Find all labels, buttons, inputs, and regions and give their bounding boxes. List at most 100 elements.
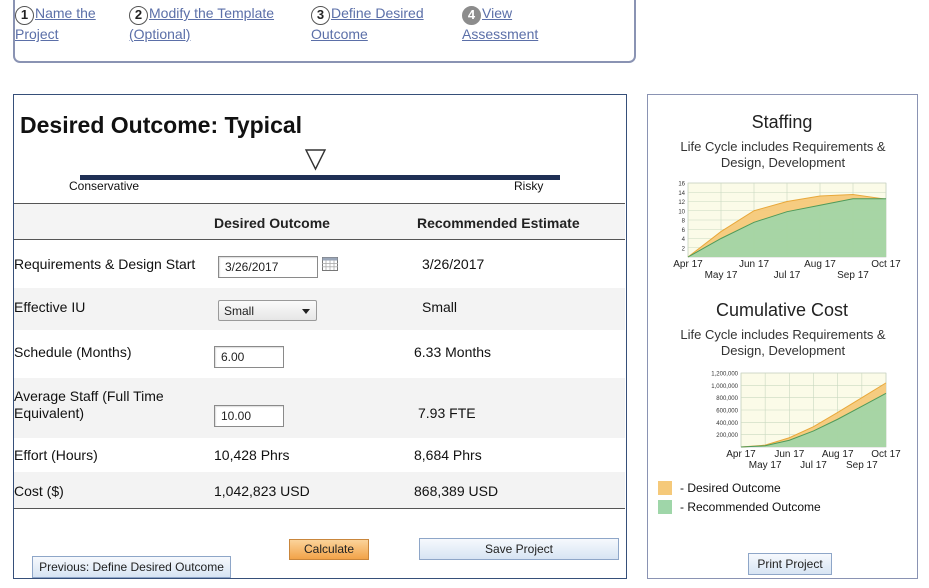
x-tick-label: Jun 17 bbox=[774, 449, 804, 460]
x-tick-label: May 17 bbox=[705, 270, 738, 281]
step-number-badge-active: 4 bbox=[462, 6, 481, 25]
wizard-step-1[interactable]: 1 Name the Project bbox=[15, 4, 96, 43]
staffing-subtitle-line2: Design, Development bbox=[720, 155, 846, 170]
table-row: Effort (Hours) 10,428 Phrs 8,684 Phrs bbox=[14, 438, 625, 472]
row-label-line1: Average Staff (Full Time bbox=[14, 388, 164, 404]
staffing-chart-title: Staffing bbox=[751, 112, 813, 132]
step-link-modify-template-line2[interactable]: (Optional) bbox=[129, 26, 190, 42]
x-tick-label: Sep 17 bbox=[846, 460, 878, 471]
wizard-step-4[interactable]: 4 View Assessment bbox=[462, 4, 538, 43]
x-tick-label: Aug 17 bbox=[804, 259, 836, 270]
row-label: Effort (Hours) bbox=[14, 447, 98, 463]
y-tick-label: 4 bbox=[682, 237, 686, 243]
recommended-schedule-value: 6.33 Months bbox=[414, 344, 492, 360]
x-tick-label: Sep 17 bbox=[837, 270, 869, 281]
x-tick-label: Jul 17 bbox=[800, 460, 827, 471]
y-tick-label: 8 bbox=[682, 219, 686, 225]
desired-cost-value: 1,042,823 USD bbox=[214, 483, 310, 499]
print-project-button[interactable]: Print Project bbox=[748, 553, 832, 575]
row-label: Schedule (Months) bbox=[14, 344, 132, 360]
recommended-iu-value: Small bbox=[422, 299, 458, 315]
recommended-effort-value: 8,684 Phrs bbox=[414, 447, 482, 463]
wizard-step-3[interactable]: 3 Define Desired Outcome bbox=[311, 4, 424, 43]
chevron-down-icon bbox=[302, 309, 310, 314]
step-link-define-outcome[interactable]: Define Desired bbox=[331, 5, 424, 21]
risk-slider-track[interactable] bbox=[80, 175, 560, 180]
recommended-start-value: 3/26/2017 bbox=[422, 256, 485, 272]
effective-iu-select[interactable]: Small bbox=[218, 300, 317, 321]
recommended-cost-value: 868,389 USD bbox=[414, 483, 499, 499]
step-link-name-project[interactable]: Name the bbox=[35, 5, 96, 21]
wizard-steps: 1 Name the Project 2 Modify the Template (… bbox=[13, 0, 636, 63]
step-number-badge: 1 bbox=[15, 6, 34, 25]
legend-swatch-desired bbox=[658, 481, 672, 495]
page-title: Desired Outcome: Typical bbox=[20, 112, 303, 138]
column-header-recommended: Recommended Estimate bbox=[417, 215, 580, 231]
legend-label-desired: - Desired Outcome bbox=[680, 481, 781, 495]
x-tick-label: Oct 17 bbox=[871, 259, 901, 270]
cost-chart-title: Cumulative Cost bbox=[715, 300, 849, 320]
y-tick-label: 200,000 bbox=[716, 433, 738, 439]
staffing-chart-subtitle: Life Cycle includes Requirements & Desig… bbox=[668, 139, 898, 171]
save-project-button[interactable]: Save Project bbox=[419, 538, 619, 560]
step-link-name-project-line2[interactable]: Project bbox=[15, 26, 59, 42]
table-header: Desired Outcome Recommended Estimate bbox=[14, 203, 625, 240]
step-number-badge: 3 bbox=[311, 6, 330, 25]
table-row: Cost ($) 1,042,823 USD 868,389 USD bbox=[14, 472, 625, 509]
y-tick-label: 600,000 bbox=[716, 409, 738, 415]
legend-swatch-recommended bbox=[658, 500, 672, 514]
slider-label-risky: Risky bbox=[514, 179, 544, 193]
schedule-months-input[interactable]: 6.00 bbox=[214, 346, 284, 368]
calculate-button[interactable]: Calculate bbox=[289, 539, 369, 560]
calendar-icon[interactable] bbox=[322, 257, 338, 271]
row-label: Cost ($) bbox=[14, 483, 64, 499]
y-tick-label: 1,200,000 bbox=[711, 372, 738, 378]
staffing-chart: 2 4 6 8 10 12 14 16 Apr 17May 17Jun 17 Jul 17Aug … bbox=[673, 182, 901, 282]
y-tick-label: 10 bbox=[678, 209, 685, 215]
table-row: Schedule (Months) 6.00 6.33 Months bbox=[14, 330, 625, 378]
x-tick-label: Apr 17 bbox=[673, 259, 703, 270]
slider-label-conservative: Conservative bbox=[69, 179, 140, 193]
y-tick-label: 1,000,000 bbox=[711, 384, 738, 390]
legend-label-recommended: - Recommended Outcome bbox=[680, 500, 821, 514]
step-number-badge: 2 bbox=[129, 6, 148, 25]
y-tick-label: 800,000 bbox=[716, 396, 738, 402]
row-label-line2: Equivalent) bbox=[14, 405, 85, 421]
desired-outcome-panel: Desired Outcome: Typical Conservative Ri… bbox=[13, 94, 627, 579]
x-tick-label: Jun 17 bbox=[739, 259, 769, 270]
cost-chart: 200,000 400,000 600,000 800,000 1,000,000 1,2… bbox=[711, 372, 901, 472]
x-tick-label: May 17 bbox=[749, 460, 782, 471]
step-link-view-assessment-line2[interactable]: Assessment bbox=[462, 26, 538, 42]
y-tick-label: 12 bbox=[678, 200, 685, 206]
x-tick-label: Jul 17 bbox=[774, 270, 801, 281]
row-label: Requirements & Design Start bbox=[14, 256, 196, 272]
step-link-view-assessment[interactable]: View bbox=[482, 5, 512, 21]
average-staff-input[interactable]: 10.00 bbox=[214, 405, 284, 427]
y-tick-label: 400,000 bbox=[716, 421, 738, 427]
step-link-modify-template[interactable]: Modify the Template bbox=[149, 5, 274, 21]
effective-iu-select-value: Small bbox=[224, 304, 255, 318]
staffing-subtitle-line1: Life Cycle includes Requirements & bbox=[680, 139, 886, 154]
wizard-step-2[interactable]: 2 Modify the Template (Optional) bbox=[129, 4, 274, 43]
previous-step-button[interactable]: Previous: Define Desired Outcome bbox=[32, 556, 231, 578]
y-tick-label: 14 bbox=[678, 191, 685, 197]
y-tick-label: 16 bbox=[678, 182, 685, 188]
recommended-staff-value: 7.93 FTE bbox=[418, 405, 476, 421]
row-label: Average Staff (Full Time Equivalent) bbox=[14, 388, 164, 422]
charts-panel: Staffing Life Cycle includes Requirement… bbox=[647, 94, 918, 579]
x-tick-label: Oct 17 bbox=[871, 449, 901, 460]
cost-subtitle-line1: Life Cycle includes Requirements & bbox=[680, 327, 886, 342]
cost-subtitle-line2: Design, Development bbox=[720, 343, 846, 358]
x-tick-label: Apr 17 bbox=[726, 449, 756, 460]
desired-effort-value: 10,428 Phrs bbox=[214, 447, 290, 463]
x-tick-label: Aug 17 bbox=[822, 449, 854, 460]
table-row: Average Staff (Full Time Equivalent) 10.… bbox=[14, 378, 625, 438]
column-header-desired: Desired Outcome bbox=[214, 215, 330, 231]
step-link-define-outcome-line2[interactable]: Outcome bbox=[311, 26, 368, 42]
start-date-input[interactable]: 3/26/2017 bbox=[218, 256, 318, 278]
cost-chart-subtitle: Life Cycle includes Requirements & Desig… bbox=[668, 327, 898, 359]
table-row: Requirements & Design Start 3/26/2017 3/… bbox=[14, 240, 625, 288]
y-tick-label: 6 bbox=[682, 228, 686, 234]
y-tick-label: 2 bbox=[682, 246, 686, 252]
slider-marker-icon[interactable] bbox=[304, 149, 328, 171]
